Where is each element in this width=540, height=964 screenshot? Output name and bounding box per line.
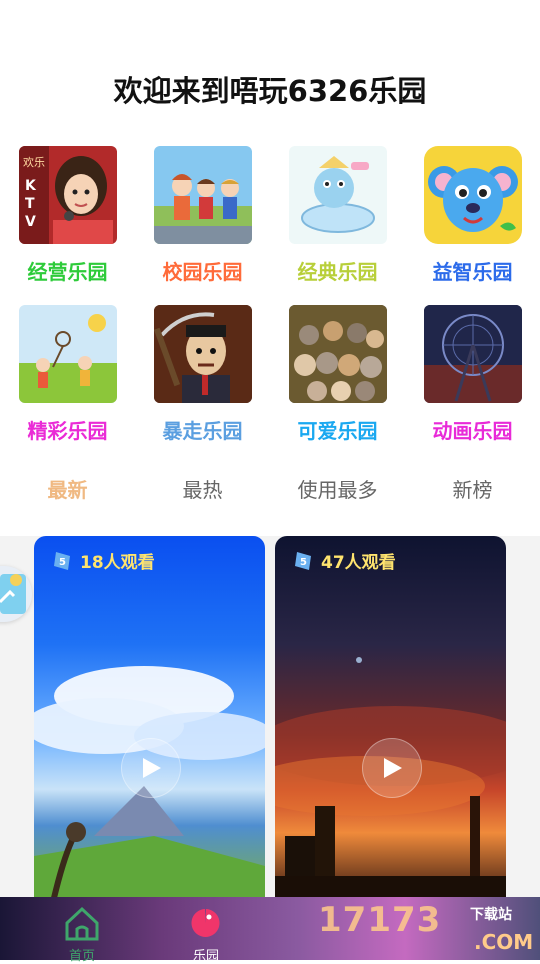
svg-text:T: T	[25, 196, 35, 212]
category-thumbnail	[288, 305, 387, 403]
viewers-icon: 5	[54, 551, 70, 570]
category-label: 精彩乐园	[27, 419, 108, 443]
tab-latest[interactable]: 最新	[0, 474, 135, 503]
viewers-icon: 5	[295, 551, 311, 570]
category-thumbnail	[153, 146, 252, 244]
category-label: 校园乐园	[162, 260, 243, 284]
nav-park[interactable]: 乐园	[176, 905, 236, 964]
category-item-business[interactable]: 欢乐 K T V 经营乐园	[0, 146, 135, 285]
category-item-cute[interactable]: 可爱乐园	[270, 305, 405, 444]
watermark-logo: 17173	[318, 900, 442, 940]
category-item-campus[interactable]: 校园乐园	[135, 146, 270, 285]
pacman-icon	[191, 909, 220, 937]
video-thumbnail	[275, 657, 506, 898]
watermark-com: .COM	[474, 930, 534, 954]
bottom-nav: 首页 乐园	[0, 897, 540, 964]
category-label: 经营乐园	[27, 260, 108, 284]
floating-widget[interactable]	[0, 566, 32, 622]
svg-text:欢乐: 欢乐	[23, 155, 45, 169]
category-label: 暴走乐园	[162, 419, 243, 443]
tab-new-chart[interactable]: 新榜	[405, 474, 540, 503]
viewer-count-text: 18人观看	[80, 553, 155, 573]
video-card[interactable]: 5 18人观看	[34, 536, 265, 898]
viewer-count: 5 47人观看	[293, 548, 396, 573]
svg-text:5: 5	[59, 557, 66, 568]
image-icon	[0, 574, 26, 614]
category-item-classic[interactable]: 经典乐园	[270, 146, 405, 285]
category-item-wonderful[interactable]: 精彩乐园	[0, 305, 135, 444]
nav-home-label: 首页	[68, 949, 95, 964]
category-thumbnail	[153, 305, 252, 403]
play-icon	[142, 758, 161, 778]
category-item-rampage[interactable]: 暴走乐园	[135, 305, 270, 444]
svg-text:K: K	[25, 178, 37, 194]
svg-text:V: V	[25, 214, 36, 230]
play-button[interactable]	[361, 738, 422, 798]
play-button[interactable]	[120, 738, 181, 798]
video-feed: 5 18人观看 5 47人观看	[0, 536, 540, 898]
page-title: 欢迎来到唔玩6326乐园	[113, 74, 427, 108]
play-icon	[383, 758, 402, 778]
video-thumbnail	[34, 666, 265, 898]
category-item-puzzle[interactable]: 益智乐园	[405, 146, 540, 285]
sort-tabs: 最新 最热 使用最多 新榜	[0, 474, 540, 504]
category-thumbnail	[288, 146, 387, 244]
home-icon	[65, 906, 99, 941]
tab-hottest[interactable]: 最热	[135, 474, 270, 503]
category-label: 动画乐园	[432, 419, 513, 443]
category-label: 可爱乐园	[297, 419, 378, 443]
svg-text:5: 5	[300, 557, 307, 568]
category-item-animation[interactable]: 动画乐园	[405, 305, 540, 444]
viewer-count-text: 47人观看	[321, 553, 396, 573]
watermark-sub: 下载站	[470, 907, 512, 923]
category-thumbnail	[423, 146, 522, 244]
viewer-count: 5 18人观看	[52, 548, 155, 573]
category-label: 益智乐园	[432, 260, 513, 284]
category-thumbnail	[423, 305, 522, 403]
tab-most-used[interactable]: 使用最多	[270, 474, 405, 503]
video-card[interactable]: 5 47人观看	[275, 536, 506, 898]
category-thumbnail: 欢乐 K T V	[18, 146, 117, 244]
category-label: 经典乐园	[297, 260, 378, 284]
nav-park-label: 乐园	[192, 949, 219, 964]
nav-home[interactable]: 首页	[52, 905, 112, 964]
category-thumbnail	[18, 305, 117, 403]
